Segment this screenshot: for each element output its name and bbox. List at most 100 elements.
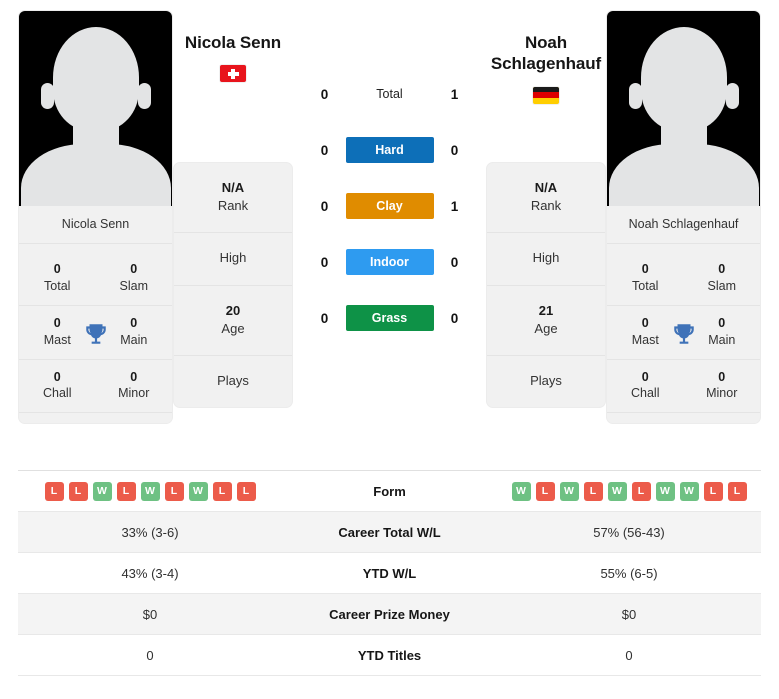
form-badge-win: W	[655, 481, 675, 501]
avatar-silhouette-ear-right	[137, 83, 151, 109]
titles-cell-minor: 0 Minor	[96, 360, 173, 413]
titles-chall-value: 0	[53, 369, 61, 384]
left-rank-row: N/A Rank	[174, 163, 292, 234]
form-badge-loss: L	[212, 481, 232, 501]
titles-cell-slam: 0 Slam	[684, 252, 761, 305]
right-avatar-name: Noah Schlagenhauf	[607, 206, 760, 244]
right-rank-value: N/A	[534, 180, 558, 195]
form-badge-loss: L	[68, 481, 88, 501]
left-age-row: 20 Age	[174, 286, 292, 356]
form-badge-win: W	[607, 481, 627, 501]
titles-row: 0 Total 0 Slam	[19, 252, 172, 306]
left-name-block: Nicola Senn	[173, 10, 293, 162]
titles-row: 0 Chall 0 Minor	[607, 360, 760, 414]
left-avatar-card: Nicola Senn 0 Total 0 Slam 0 Mast 0 Main…	[18, 10, 173, 425]
table-row: $0 Career Prize Money $0	[18, 594, 761, 635]
form-badge-loss: L	[727, 481, 747, 501]
form-badge-win: W	[679, 481, 699, 501]
h2h-surface-badge-hard: Hard	[345, 137, 434, 163]
left-form-strip: LLWLWLWLL	[18, 473, 282, 510]
form-badge-loss: L	[583, 481, 603, 501]
h2h-left-score: 0	[320, 254, 329, 270]
form-badge-win: W	[140, 481, 160, 501]
h2h-left-score: 0	[320, 198, 329, 214]
left-age-value: 20	[225, 302, 241, 318]
form-badge-win: W	[92, 481, 112, 501]
titles-cell-slam: 0 Slam	[96, 252, 173, 305]
table-row: 0 YTD Titles 0	[18, 635, 761, 676]
left-high-row: High	[174, 233, 292, 286]
h2h-surface-badge-clay: Clay	[345, 193, 434, 219]
form-badge-loss: L	[631, 481, 651, 501]
titles-slam-label: Slam	[707, 278, 736, 293]
right-player-name: Noah Schlagenhauf	[490, 33, 602, 74]
right-value: $0	[621, 606, 637, 622]
h2h-row-grass: 0 Grass 0	[293, 290, 486, 346]
avatar-silhouette-ear-left	[40, 83, 54, 109]
titles-cell-chall: 0 Chall	[607, 360, 684, 413]
switzerland-flag-icon	[220, 65, 246, 83]
left-rank-value: N/A	[221, 180, 245, 195]
left-titles-grid: 0 Total 0 Slam 0 Mast 0 Main 0 Chall 0 M…	[19, 244, 173, 424]
left-high-label: High	[219, 250, 247, 266]
trophy-icon	[673, 323, 694, 344]
h2h-left-score: 0	[320, 142, 329, 158]
titles-cell-chall: 0 Chall	[19, 360, 96, 413]
form-badge-loss: L	[44, 481, 64, 501]
row-label: Career Prize Money	[329, 606, 450, 622]
h2h-right-score: 0	[450, 310, 459, 326]
form-badge-win: W	[511, 481, 531, 501]
titles-minor-label: Minor	[118, 386, 150, 401]
h2h-row-total: 0 Total 1	[293, 66, 486, 122]
left-age-label: Age	[221, 320, 245, 336]
left-info-card: N/A Rank High 20 Age Plays	[173, 162, 293, 409]
left-plays-row: Plays	[174, 356, 292, 407]
right-info-card: N/A Rank High 21 Age Plays	[486, 162, 606, 409]
h2h-surface-badge-total: Total	[376, 87, 403, 101]
row-label: YTD W/L	[362, 565, 417, 581]
form-badge-win: W	[188, 481, 208, 501]
right-rank-label: Rank	[530, 198, 562, 214]
titles-total-value: 0	[53, 262, 61, 276]
right-age-value: 21	[538, 302, 554, 318]
right-avatar-card: Noah Schlagenhauf 0 Total 0 Slam 0 Mast	[606, 10, 761, 425]
row-label: Career Total W/L	[338, 524, 441, 540]
h2h-right-score: 0	[450, 254, 459, 270]
titles-total-label: Total	[44, 278, 71, 293]
right-value: 57% (56-43)	[593, 524, 665, 540]
titles-cell-total: 0 Total	[19, 252, 96, 305]
left-value: $0	[142, 606, 158, 622]
titles-minor-value: 0	[718, 369, 726, 384]
right-plays-label: Plays	[530, 372, 562, 388]
form-badges: LLWLWLWLL	[22, 481, 278, 501]
h2h-row-hard: 0 Hard 0	[293, 122, 486, 178]
left-value: 43% (3-4)	[121, 565, 179, 581]
titles-total-value: 0	[641, 262, 649, 276]
right-player-photo	[607, 11, 760, 206]
avatar-silhouette-ear-right	[725, 83, 739, 109]
h2h-row-clay: 0 Clay 1	[293, 178, 486, 234]
h2h-surface-badge-grass: Grass	[345, 305, 434, 331]
form-badges: WLWLWLWWLL	[501, 481, 757, 501]
titles-total-label: Total	[632, 278, 659, 293]
form-badge-loss: L	[535, 481, 555, 501]
h2h-surface-badge-indoor: Indoor	[345, 249, 434, 275]
left-player-card: Nicola Senn 0 Total 0 Slam 0 Mast 0 Main…	[18, 10, 173, 425]
titles-cell-total: 0 Total	[607, 252, 684, 305]
form-badge-loss: L	[116, 481, 136, 501]
right-value: 55% (6-5)	[600, 565, 658, 581]
player-comparison-table: L L W L W L W L L Form W L W L W L W W L L 33% (3-6) Career T…	[18, 470, 761, 676]
titles-minor-label: Minor	[706, 386, 738, 401]
left-player-photo	[19, 11, 172, 206]
table-row: 33% (3-6) Career Total W/L 57% (56-43)	[18, 512, 761, 553]
right-rank-row: N/A Rank	[487, 163, 605, 234]
left-player-info-column: Nicola Senn N/A Rank High 20 Age Plays	[173, 10, 293, 409]
h2h-right-score: 1	[450, 86, 459, 102]
titles-slam-label: Slam	[119, 278, 148, 293]
right-high-label: High	[532, 250, 560, 266]
form-badge-loss: L	[703, 481, 723, 501]
form-badge-win: W	[559, 481, 579, 501]
trophy-icon	[85, 323, 106, 344]
row-label: Form	[373, 483, 406, 499]
h2h-left-score: 0	[320, 310, 329, 326]
